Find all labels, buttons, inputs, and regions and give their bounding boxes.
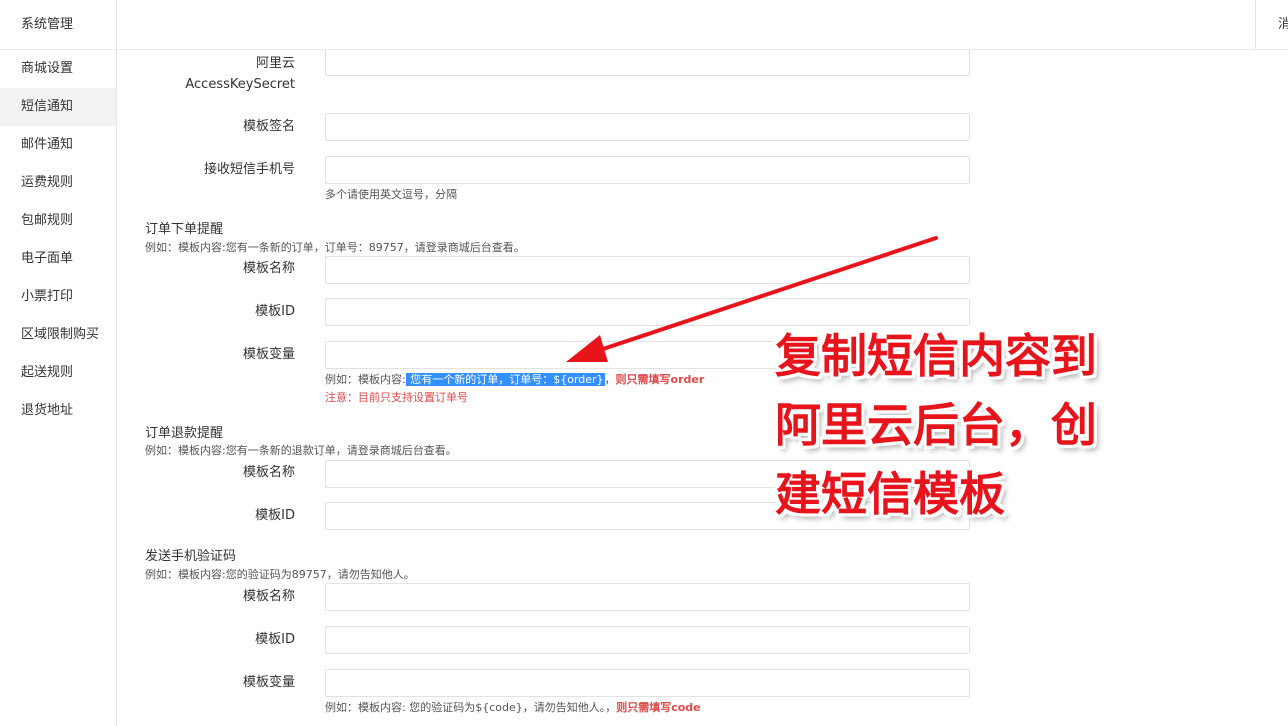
order-template-name-input[interactable] [325,256,970,284]
receive-phone-hint: 多个请使用英文逗号，分隔 [325,188,457,201]
refund-section-title: 订单退款提醒 [145,426,224,441]
code-template-id-input[interactable] [325,626,970,654]
sidebar-item-shipping-rules[interactable]: 运费规则 [0,164,116,202]
sidebar-title: 系统管理 [0,0,116,50]
order-hint-instruction: 则只需填写order [615,373,705,386]
sidebar-item-sms-notify[interactable]: 短信通知 [0,88,116,126]
order-template-name-label: 模板名称 [242,261,295,276]
code-section-title: 发送手机验证码 [145,549,237,564]
template-sign-label: 模板签名 [242,119,295,134]
sidebar-item-region-limit[interactable]: 区域限制购买 [0,316,116,354]
receive-phone-label: 接收短信手机号 [203,162,295,177]
code-template-var-label: 模板变量 [242,675,295,690]
refund-section-example: 例如：模板内容:您有一条新的退款订单，请登录商城后台查看。 [145,444,457,457]
code-hint-instruction: 则只需填写code [616,701,701,714]
code-template-name-input[interactable] [325,583,970,611]
sidebar-item-free-shipping[interactable]: 包邮规则 [0,202,116,240]
code-hint-prefix: 例如：模板内容: 您的验证码为${code}，请勿告知他人。， [325,701,617,714]
access-key-secret-label-line2: AccessKeySecret [185,77,295,92]
order-hint-comma: ， [604,373,616,386]
code-template-name-label: 模板名称 [242,589,295,604]
sidebar-item-e-waybill[interactable]: 电子面单 [0,240,116,278]
template-sign-input[interactable] [325,113,970,141]
order-template-var-label: 模板变量 [242,347,295,362]
sidebar-item-mall-settings[interactable]: 商城设置 [0,50,116,88]
receive-phone-input[interactable] [325,156,970,184]
refund-template-name-label: 模板名称 [242,465,295,480]
refund-template-id-label: 模板ID [255,508,295,523]
annotation-line-2: 阿里云后台，创 [775,398,1097,452]
order-template-var-hint: 例如：模板内容: 您有一个新的订单，订单号：${order}，则只需填写orde… [325,371,704,387]
order-section-title: 订单下单提醒 [145,222,224,237]
code-section-example: 例如：模板内容:您的验证码为89757，请勿告知他人。 [145,568,415,581]
access-key-secret-label: 阿里云 AccessKeySecret [117,53,295,95]
order-template-id-label: 模板ID [255,304,295,319]
annotation-line-3: 建短信模板 [775,467,1005,521]
order-hint-selected-text: 您有一个新的订单，订单号：${order} [405,373,605,386]
sidebar-item-return-address[interactable]: 退货地址 [0,392,116,430]
access-key-secret-label-line1: 阿里云 [255,56,295,71]
annotation-line-1: 复制短信内容到 [775,329,1097,383]
sidebar-item-min-order[interactable]: 起送规则 [0,354,116,392]
annotation-callout: 复制短信内容到 阿里云后台，创 建短信模板 [775,322,1155,529]
code-template-id-label: 模板ID [255,632,295,647]
code-template-var-input[interactable] [325,669,970,697]
sidebar-item-receipt-print[interactable]: 小票打印 [0,278,116,316]
top-right-tab[interactable]: 消 [1255,0,1288,49]
code-template-var-hint: 例如：模板内容: 您的验证码为${code}，请勿告知他人。，则只需填写code [325,699,701,715]
sidebar: 系统管理 商城设置 短信通知 邮件通知 运费规则 包邮规则 电子面单 小票打印 … [0,0,117,726]
order-section-example: 例如：模板内容:您有一条新的订单，订单号：89757，请登录商城后台查看。 [145,241,525,254]
access-key-secret-input[interactable] [325,50,970,76]
sidebar-item-email-notify[interactable]: 邮件通知 [0,126,116,164]
top-bar: 消 [117,0,1288,50]
order-hint-prefix: 例如：模板内容: [325,373,406,386]
order-note: 注意：目前只支持设置订单号 [325,391,468,404]
